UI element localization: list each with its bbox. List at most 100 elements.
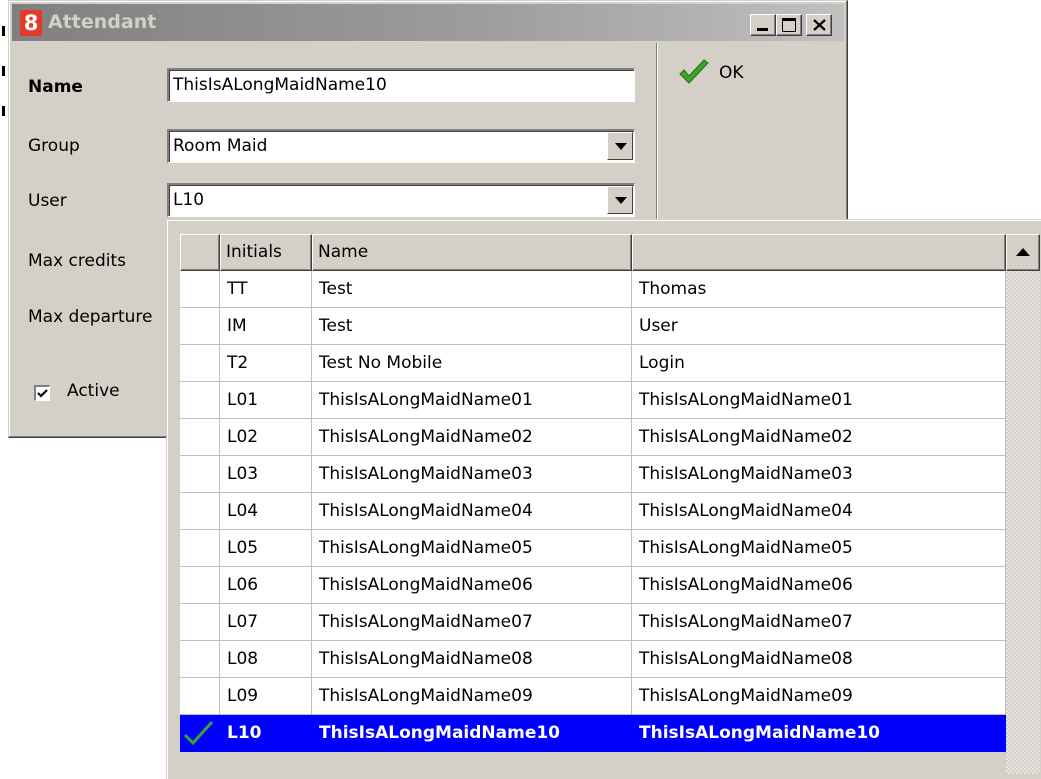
header-extra[interactable]: [632, 234, 1006, 271]
user-select-value: L10: [173, 190, 205, 210]
scroll-up-button[interactable]: [1006, 234, 1040, 271]
ok-button[interactable]: OK: [677, 59, 787, 89]
cell-name: ThisIsALongMaidName07: [312, 604, 632, 641]
cell-initials: L07: [220, 604, 312, 641]
cell-name: Test: [312, 271, 632, 308]
row-indicator: [180, 493, 220, 530]
grid-header-row: Initials Name: [180, 234, 1006, 271]
maximize-button[interactable]: [776, 14, 802, 36]
cell-extra: ThisIsALongMaidName03: [632, 456, 1006, 493]
cell-name: ThisIsALongMaidName04: [312, 493, 632, 530]
cell-name: ThisIsALongMaidName03: [312, 456, 632, 493]
table-row[interactable]: T2 Test No Mobile Login: [180, 345, 1006, 382]
row-indicator: [180, 419, 220, 456]
cell-extra: ThisIsALongMaidName09: [632, 678, 1006, 715]
user-dropdown-button[interactable]: [607, 186, 633, 214]
cell-extra: ThisIsALongMaidName10: [632, 715, 1006, 752]
cell-extra: ThisIsALongMaidName07: [632, 604, 1006, 641]
table-row[interactable]: TT Test Thomas: [180, 271, 1006, 308]
name-field[interactable]: ThisIsALongMaidName10: [167, 68, 635, 102]
cell-name: Test: [312, 308, 632, 345]
window-title: Attendant: [48, 11, 157, 33]
cell-initials: L10: [220, 715, 312, 752]
cell-name: ThisIsALongMaidName02: [312, 419, 632, 456]
table-row[interactable]: L07 ThisIsALongMaidName07 ThisIsALongMaidN…: [180, 604, 1006, 641]
table-row[interactable]: L04 ThisIsALongMaidName04 ThisIsALongMaidN…: [180, 493, 1006, 530]
cell-initials: L09: [220, 678, 312, 715]
group-dropdown-button[interactable]: [607, 132, 633, 160]
cell-name: ThisIsALongMaidName06: [312, 567, 632, 604]
cell-name: ThisIsALongMaidName09: [312, 678, 632, 715]
cell-extra: User: [632, 308, 1006, 345]
table-row[interactable]: L09 ThisIsALongMaidName09 ThisIsALongMaidN…: [180, 678, 1006, 715]
header-name[interactable]: Name: [312, 234, 632, 271]
row-indicator: [180, 678, 220, 715]
cell-initials: L03: [220, 456, 312, 493]
cell-extra: Login: [632, 345, 1006, 382]
row-indicator: [180, 567, 220, 604]
group-label: Group: [28, 136, 80, 156]
row-indicator: [180, 345, 220, 382]
cell-name: ThisIsALongMaidName05: [312, 530, 632, 567]
table-row[interactable]: L01 ThisIsALongMaidName01 ThisIsALongMaidN…: [180, 382, 1006, 419]
green-checkmark-icon: [183, 720, 214, 746]
minimize-button[interactable]: [750, 14, 776, 36]
name-label-text: Name: [28, 77, 83, 97]
cell-name: ThisIsALongMaidName01: [312, 382, 632, 419]
user-label: User: [28, 191, 67, 211]
row-indicator: [180, 641, 220, 678]
table-row[interactable]: L08 ThisIsALongMaidName08 ThisIsALongMaidN…: [180, 641, 1006, 678]
cell-name: ThisIsALongMaidName10: [312, 715, 632, 752]
row-indicator: [180, 308, 220, 345]
cell-extra: ThisIsALongMaidName06: [632, 567, 1006, 604]
title-bar[interactable]: 8 Attendant: [12, 4, 844, 41]
group-select[interactable]: Room Maid: [167, 129, 635, 163]
green-checkmark-icon: [679, 59, 709, 84]
row-indicator: [180, 604, 220, 641]
ok-label: OK: [719, 63, 744, 83]
group-select-value: Room Maid: [173, 136, 268, 156]
table-row[interactable]: L10 ThisIsALongMaidName10 ThisIsALongMaidN…: [180, 715, 1006, 752]
row-indicator: [180, 382, 220, 419]
cell-initials: T2: [220, 345, 312, 382]
cell-initials: TT: [220, 271, 312, 308]
row-indicator: [180, 456, 220, 493]
table-row[interactable]: L02 ThisIsALongMaidName02 ThisIsALongMaidN…: [180, 419, 1006, 456]
cell-initials: L05: [220, 530, 312, 567]
row-indicator: [180, 530, 220, 567]
cell-name: ThisIsALongMaidName08: [312, 641, 632, 678]
active-checkbox[interactable]: [34, 385, 50, 401]
header-initials[interactable]: Initials: [220, 234, 312, 271]
table-row[interactable]: L03 ThisIsALongMaidName03 ThisIsALongMaidN…: [180, 456, 1006, 493]
cell-initials: IM: [220, 308, 312, 345]
user-select[interactable]: L10: [167, 183, 635, 217]
table-row[interactable]: L05 ThisIsALongMaidName05 ThisIsALongMaidN…: [180, 530, 1006, 567]
header-indicator[interactable]: [180, 234, 220, 271]
max-credits-label: Max credits: [28, 251, 127, 271]
row-indicator: [180, 715, 220, 752]
cell-initials: L06: [220, 567, 312, 604]
checkmark-icon: [37, 389, 48, 398]
close-button[interactable]: [806, 14, 832, 36]
active-label: Active: [67, 381, 120, 401]
cell-extra: ThisIsALongMaidName01: [632, 382, 1006, 419]
row-indicator: [180, 271, 220, 308]
cell-initials: L08: [220, 641, 312, 678]
cell-initials: L01: [220, 382, 312, 419]
cell-extra: Thomas: [632, 271, 1006, 308]
app-icon: 8: [20, 10, 42, 36]
desktop-edge-marks: [0, 22, 8, 132]
close-icon: [813, 19, 826, 31]
cell-name: Test No Mobile: [312, 345, 632, 382]
cell-extra: ThisIsALongMaidName04: [632, 493, 1006, 530]
cell-initials: L04: [220, 493, 312, 530]
user-dropdown-grid-popup: Initials Name TT Test Thomas IM Test User T2 Te…: [166, 219, 1041, 779]
cell-extra: ThisIsALongMaidName05: [632, 530, 1006, 567]
cell-extra: ThisIsALongMaidName08: [632, 641, 1006, 678]
grid-vertical-scrollbar[interactable]: [1006, 234, 1040, 774]
max-departures-label: Max departure: [28, 307, 153, 327]
table-row[interactable]: IM Test User: [180, 308, 1006, 345]
cell-extra: ThisIsALongMaidName02: [632, 419, 1006, 456]
cell-initials: L02: [220, 419, 312, 456]
table-row[interactable]: L06 ThisIsALongMaidName06 ThisIsALongMaidN…: [180, 567, 1006, 604]
